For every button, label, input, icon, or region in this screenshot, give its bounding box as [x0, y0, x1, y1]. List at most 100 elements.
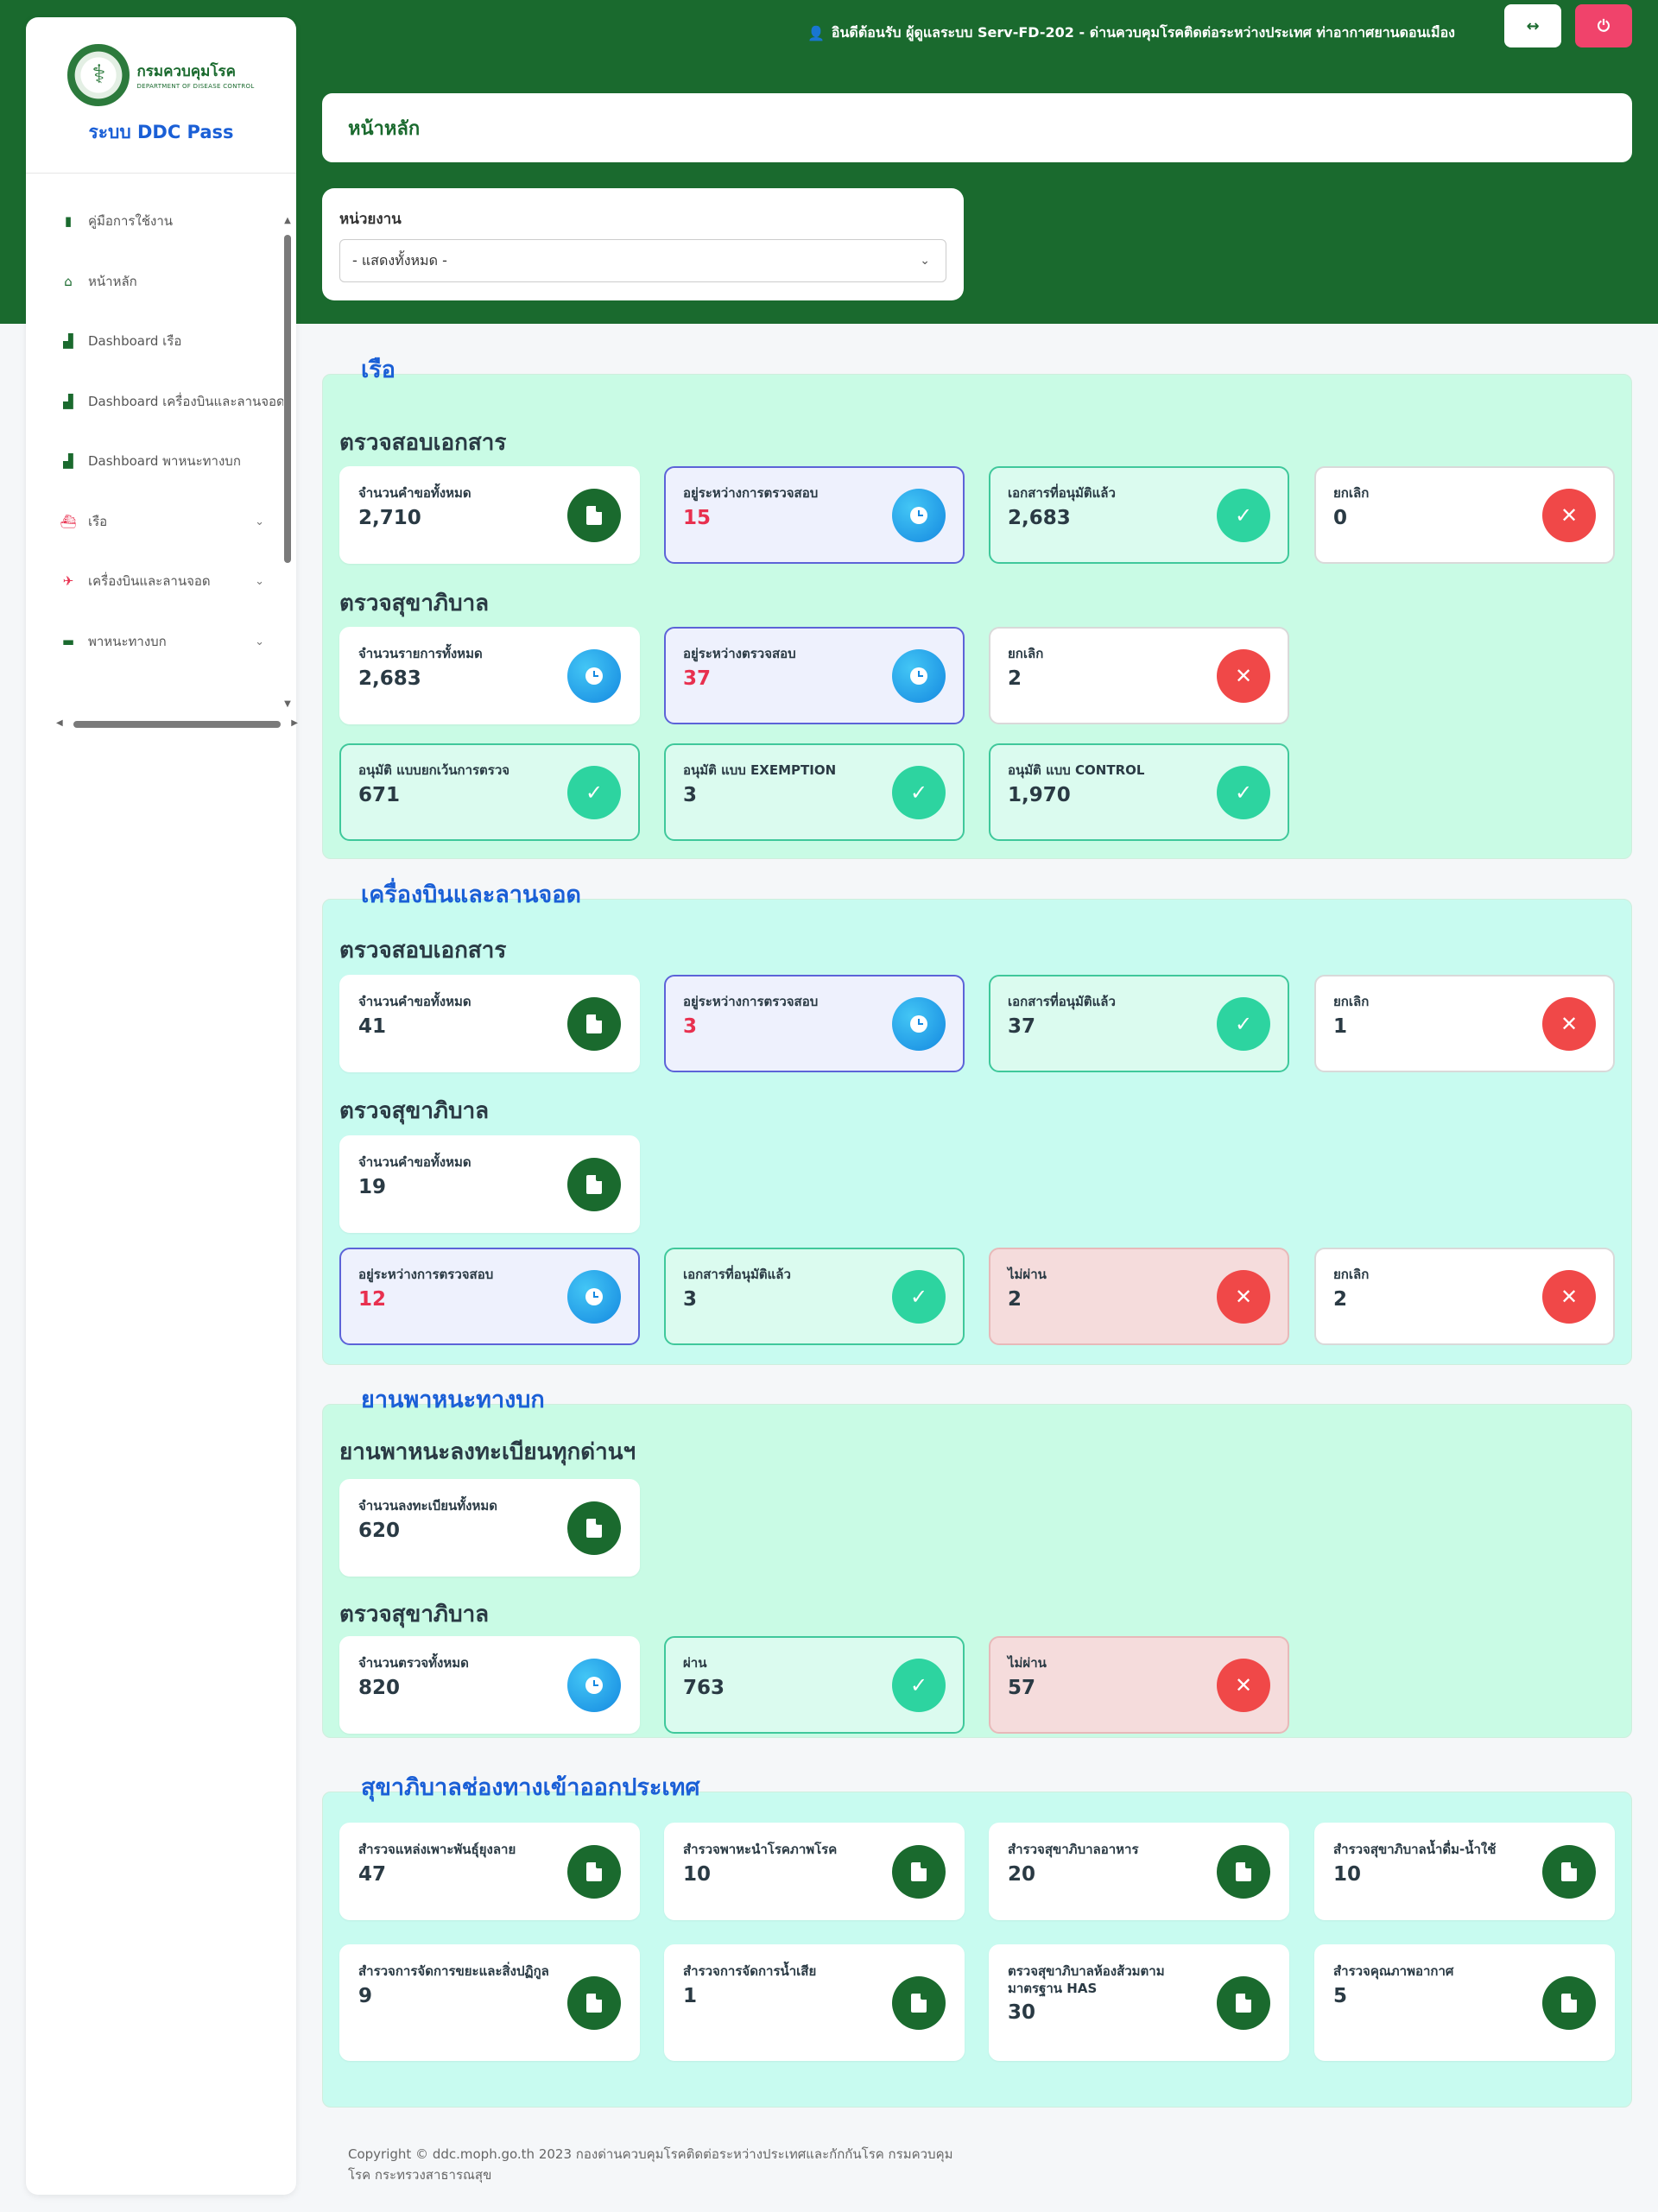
- sidebar-item-ship[interactable]: ⛴ เรือ ⌄: [59, 507, 283, 536]
- stat-card-cancelled[interactable]: ยกเลิก 2 ✕: [1314, 1248, 1615, 1345]
- stat-label: สำรวจสุขาภิบาลน้ำดื่ม-น้ำใช้: [1333, 1842, 1497, 1857]
- sidebar-horizontal-scrollbar[interactable]: ◀ ▶: [56, 718, 298, 730]
- stat-label: เอกสารที่อนุมัติแล้ว: [1008, 485, 1116, 501]
- stat-card-toilet-has[interactable]: ตรวจสุขาภิบาลห้องส้วมตามมาตรฐาน HAS 30: [989, 1944, 1289, 2061]
- sidebar-menu: ▮ คู่มือการใช้งาน ⌂ หน้าหลัก ▟ Dashboard…: [26, 174, 296, 692]
- stat-label: จำนวนคำขอทั้งหมด: [358, 994, 471, 1009]
- document-icon: [567, 1975, 621, 2030]
- sidebar-item-dashboard-air[interactable]: ▟ Dashboard เครื่องบินและลานจอด: [59, 387, 283, 416]
- stat-label: อนุมัติ แบบ EXEMPTION: [683, 762, 837, 778]
- sidebar-item-dashboard-land[interactable]: ▟ Dashboard พาหนะทางบก: [59, 446, 283, 476]
- sidebar-item-label: หน้าหลัก: [88, 274, 137, 289]
- section-title: สุขาภิบาลช่องทางเข้าออกประเทศ: [361, 1774, 700, 1801]
- close-icon: ✕: [1217, 1269, 1270, 1324]
- stat-card-failed[interactable]: ไม่ผ่าน 2 ✕: [989, 1248, 1289, 1345]
- chevron-down-icon: ⌄: [255, 635, 264, 648]
- document-icon: [892, 1975, 946, 2030]
- stat-card-cancelled[interactable]: ยกเลิก 0 ✕: [1314, 466, 1615, 564]
- toggle-sidebar-button[interactable]: ↔: [1504, 4, 1561, 47]
- clock-icon: [892, 996, 946, 1051]
- check-icon: ✓: [567, 765, 621, 819]
- stat-card-pending[interactable]: อยู่ระหว่างการตรวจสอบ 15: [664, 466, 965, 564]
- close-icon: ✕: [1217, 648, 1270, 703]
- document-icon: [567, 488, 621, 542]
- stat-card-air-quality[interactable]: สำรวจคุณภาพอากาศ 5: [1314, 1944, 1615, 2061]
- close-icon: ✕: [1217, 1658, 1270, 1712]
- stat-label: ไม่ผ่าน: [1008, 1655, 1047, 1671]
- stat-card-cancelled[interactable]: ยกเลิก 2 ✕: [989, 627, 1289, 724]
- sidebar-item-dashboard-ship[interactable]: ▟ Dashboard เรือ: [59, 326, 283, 356]
- footer-copyright: Copyright © ddc.moph.go.th 2023 กองด่านค…: [348, 2146, 953, 2183]
- stat-card-cancelled[interactable]: ยกเลิก 1 ✕: [1314, 975, 1615, 1072]
- stat-card-total-requests[interactable]: จำนวนคำขอทั้งหมด 41: [339, 975, 640, 1072]
- clock-icon: [567, 648, 621, 703]
- sidebar-vertical-scrollbar[interactable]: ▲ ▼: [283, 216, 292, 709]
- stat-card-pending[interactable]: อยู่ระหว่างการตรวจสอบ 12: [339, 1248, 640, 1345]
- sidebar-item-label: เครื่องบินและลานจอด: [88, 573, 211, 589]
- scroll-down-arrow-icon[interactable]: ▼: [283, 699, 292, 709]
- stat-label: เอกสารที่อนุมัติแล้ว: [683, 1267, 791, 1282]
- document-icon: [892, 1844, 946, 1899]
- logout-button[interactable]: ⏻: [1575, 4, 1632, 47]
- stat-card-waste-management[interactable]: สำรวจการจัดการขยะและสิ่งปฏิกูล 9: [339, 1944, 640, 2061]
- unit-select[interactable]: - แสดงทั้งหมด - ⌄: [339, 239, 946, 282]
- sidebar-item-home[interactable]: ⌂ หน้าหลัก: [59, 267, 283, 296]
- sidebar-item-air[interactable]: ✈ เครื่องบินและลานจอด ⌄: [59, 566, 283, 596]
- stat-card-pending[interactable]: อยู่ระหว่างการตรวจสอบ 3: [664, 975, 965, 1072]
- scroll-right-arrow-icon[interactable]: ▶: [291, 718, 298, 728]
- stat-card-approved-exempt-inspection[interactable]: อนุมัติ แบบยกเว้นการตรวจ 671 ✓: [339, 743, 640, 841]
- stat-card-total-requests[interactable]: จำนวนคำขอทั้งหมด 19: [339, 1135, 640, 1233]
- stat-card-total-requests[interactable]: จำนวนคำขอทั้งหมด 2,710: [339, 466, 640, 564]
- check-icon: ✓: [892, 1269, 946, 1324]
- stat-label: จำนวนคำขอทั้งหมด: [358, 1154, 471, 1170]
- filter-label: หน่วยงาน: [339, 211, 402, 228]
- stat-label: ยกเลิก: [1333, 485, 1370, 501]
- stat-label: จำนวนลงทะเบียนทั้งหมด: [358, 1498, 498, 1514]
- stat-card-failed[interactable]: ไม่ผ่าน 57 ✕: [989, 1636, 1289, 1734]
- section-land: ยานพาหนะทางบก ยานพาหนะลงทะเบียนทุกด่านฯ …: [322, 1387, 1632, 1738]
- filter-card: หน่วยงาน - แสดงทั้งหมด - ⌄: [322, 188, 964, 300]
- stat-card-wastewater[interactable]: สำรวจการจัดการน้ำเสีย 1: [664, 1944, 965, 2061]
- stat-card-mosquito-breeding[interactable]: สำรวจแหล่งเพาะพันธุ์ยุงลาย 47: [339, 1823, 640, 1920]
- stat-label: อยู่ระหว่างการตรวจสอบ: [683, 994, 819, 1009]
- section-title: เรือ: [361, 357, 396, 383]
- section-ship: เรือ ตรวจสอบเอกสาร จำนวนคำขอทั้งหมด 2,71…: [322, 357, 1632, 859]
- stat-card-total-items[interactable]: จำนวนรายการทั้งหมด 2,683: [339, 627, 640, 724]
- logo-title-th: กรมควบคุมโรค: [136, 63, 237, 80]
- stat-card-total-registrations[interactable]: จำนวนลงทะเบียนทั้งหมด 620: [339, 1479, 640, 1577]
- stat-label: จำนวนคำขอทั้งหมด: [358, 485, 471, 501]
- sidebar-item-label: Dashboard พาหนะทางบก: [88, 453, 241, 469]
- stat-card-passed[interactable]: ผ่าน 763 ✓: [664, 1636, 965, 1734]
- stat-card-approved[interactable]: เอกสารที่อนุมัติแล้ว 3 ✓: [664, 1248, 965, 1345]
- document-icon: [1542, 1975, 1596, 2030]
- scrollbar-thumb[interactable]: [284, 235, 291, 563]
- sidebar-item-manual[interactable]: ▮ คู่มือการใช้งาน: [59, 206, 283, 236]
- logo[interactable]: ⚕ กรมควบคุมโรค DEPARTMENT OF DISEASE CON…: [67, 43, 254, 106]
- stat-label: ไม่ผ่าน: [1008, 1267, 1047, 1282]
- sidebar-item-land[interactable]: ▬ พาหนะทางบก ⌄: [59, 627, 283, 656]
- stat-card-water-sanitation[interactable]: สำรวจสุขาภิบาลน้ำดื่ม-น้ำใช้ 10: [1314, 1823, 1615, 1920]
- ship-icon: ⛴: [60, 514, 77, 529]
- stat-card-approved[interactable]: เอกสารที่อนุมัติแล้ว 2,683 ✓: [989, 466, 1289, 564]
- subsection-title-docs: ตรวจสอบเอกสาร: [339, 430, 507, 456]
- subsection-title-sanitation: ตรวจสุขาภิบาล: [339, 1602, 490, 1627]
- scroll-up-arrow-icon[interactable]: ▲: [283, 216, 292, 225]
- stat-card-approved[interactable]: เอกสารที่อนุมัติแล้ว 37 ✓: [989, 975, 1289, 1072]
- stat-card-disease-vectors[interactable]: สำรวจพาหะนำโรคภาพโรค 10: [664, 1823, 965, 1920]
- close-icon: ✕: [1542, 488, 1596, 542]
- sidebar-item-label: Dashboard เรือ: [88, 333, 182, 349]
- truck-icon: ▬: [61, 634, 75, 649]
- stat-card-total-inspections[interactable]: จำนวนตรวจทั้งหมด 820: [339, 1636, 640, 1734]
- stat-card-approved-control[interactable]: อนุมัติ แบบ CONTROL 1,970 ✓: [989, 743, 1289, 841]
- scrollbar-thumb[interactable]: [73, 721, 281, 728]
- scroll-left-arrow-icon[interactable]: ◀: [56, 718, 63, 728]
- clock-icon: [567, 1269, 621, 1324]
- stat-card-approved-exemption[interactable]: อนุมัติ แบบ EXEMPTION 3 ✓: [664, 743, 965, 841]
- document-icon: [567, 1501, 621, 1555]
- stat-card-pending[interactable]: อยู่ระหว่างตรวจสอบ 37: [664, 627, 965, 724]
- stat-label: ยกเลิก: [1008, 646, 1044, 661]
- clock-icon: [567, 1658, 621, 1712]
- document-icon: [1217, 1844, 1270, 1899]
- stat-card-food-sanitation[interactable]: สำรวจสุขาภิบาลอาหาร 20: [989, 1823, 1289, 1920]
- sidebar-item-label: คู่มือการใช้งาน: [88, 213, 173, 229]
